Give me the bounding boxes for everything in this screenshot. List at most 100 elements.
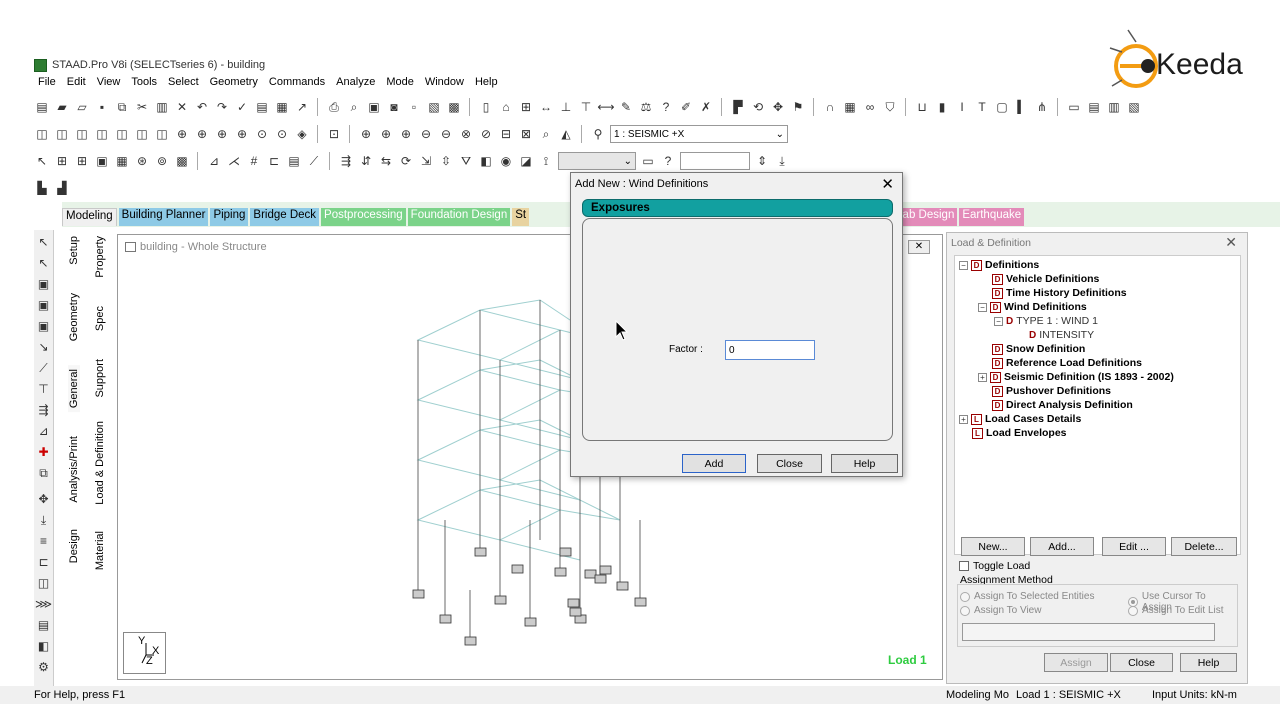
mesh-icon[interactable]: ⊚ <box>154 153 170 169</box>
rotate-model-icon[interactable]: ⇵ <box>358 153 374 169</box>
help-icon[interactable]: ? <box>658 99 674 115</box>
column-icon[interactable]: ▍ <box>1014 99 1030 115</box>
vtab-material[interactable]: Material <box>94 527 106 574</box>
delete-icon[interactable]: ✕ <box>174 99 190 115</box>
arrange-icon[interactable]: ▧ <box>1126 99 1142 115</box>
collapse-icon[interactable]: − <box>978 302 987 312</box>
tree-definitions[interactable]: − D Definitions <box>959 259 1039 271</box>
page-icon[interactable]: ▯ <box>478 99 494 115</box>
menu-tools[interactable]: Tools <box>131 76 157 92</box>
node-icon[interactable]: ⊤ <box>578 99 594 115</box>
vtab-general[interactable]: General <box>68 365 80 413</box>
picture-icon[interactable]: ▩ <box>446 99 462 115</box>
menu-analyze[interactable]: Analyze <box>336 76 375 92</box>
plates-cursor-icon[interactable]: ▣ <box>36 276 52 292</box>
view-bottom-icon[interactable]: ◫ <box>154 126 170 142</box>
zoom-window-icon[interactable]: ⊕ <box>378 126 394 142</box>
spin-updown-icon[interactable]: ⇕ <box>754 153 770 169</box>
span-icon[interactable]: ⟷ <box>597 99 614 115</box>
tab-modeling[interactable]: Modeling <box>62 208 117 226</box>
list-icon[interactable]: ▤ <box>254 99 270 115</box>
snap-node-icon[interactable]: ↖ <box>34 153 50 169</box>
tab-slab-design[interactable]: lab Design <box>897 208 958 226</box>
view-icon[interactable]: ▛ <box>730 99 746 115</box>
magnify-icon[interactable]: ⌕ <box>538 126 554 142</box>
beam-parallel-icon[interactable]: ⊤ <box>36 381 52 397</box>
tree-load-cases[interactable]: + L Load Cases Details <box>959 413 1081 425</box>
save-icon[interactable]: ▪ <box>94 99 110 115</box>
support-cursor-icon[interactable]: ⊿ <box>36 423 52 439</box>
isometric-icon[interactable]: ◈ <box>294 126 310 142</box>
close-button[interactable]: Close <box>757 454 822 473</box>
vtab-analysis-print[interactable]: Analysis/Print <box>68 432 80 507</box>
close-button[interactable]: Close <box>1110 653 1173 672</box>
export-icon[interactable]: ▫ <box>406 99 422 115</box>
support-icon[interactable]: ⛉ <box>882 99 898 115</box>
cut-section-icon[interactable]: ◪ <box>518 153 534 169</box>
move-icon[interactable]: ⇶ <box>338 153 354 169</box>
geometry-cursor-icon[interactable]: ↘ <box>36 339 52 355</box>
rotate-down-icon[interactable]: ⊕ <box>194 126 210 142</box>
zoom-prev-icon[interactable]: ⊗ <box>458 126 474 142</box>
menu-view[interactable]: View <box>97 76 121 92</box>
tree-time-history[interactable]: D Time History Definitions <box>992 287 1127 299</box>
tree-direct-analysis[interactable]: D Direct Analysis Definition <box>992 399 1133 411</box>
collapse-icon[interactable]: − <box>959 260 968 270</box>
copy-icon[interactable]: ⧉ <box>114 99 130 115</box>
annotate-icon[interactable]: ✗ <box>698 99 714 115</box>
generate-plate-icon[interactable]: ▤ <box>286 153 302 169</box>
pointer-icon[interactable]: ↗ <box>294 99 310 115</box>
insert-node-icon[interactable]: ⊿ <box>206 153 222 169</box>
vtab-support[interactable]: Support <box>94 355 106 402</box>
zoom-plus-icon[interactable]: ⊕ <box>398 126 414 142</box>
frame-icon[interactable]: ∩ <box>822 99 838 115</box>
menu-help[interactable]: Help <box>475 76 498 92</box>
tree-snow[interactable]: D Snow Definition <box>992 343 1085 355</box>
tree-vehicle[interactable]: D Vehicle Definitions <box>992 273 1099 285</box>
push-icon[interactable]: ⤓ <box>36 512 52 528</box>
add-beam-icon[interactable]: ⊞ <box>54 153 70 169</box>
vtab-geometry[interactable]: Geometry <box>68 289 80 345</box>
solid-cursor-icon[interactable]: ◧ <box>36 638 52 654</box>
delete-button[interactable]: Delete... <box>1171 537 1237 556</box>
tree-reference[interactable]: D Reference Load Definitions <box>992 357 1142 369</box>
rotate-left-icon[interactable]: ⊕ <box>214 126 230 142</box>
list-cursor-icon[interactable]: ≡ <box>36 533 52 549</box>
tree-seismic[interactable]: + D Seismic Definition (IS 1893 - 2002) <box>978 371 1174 383</box>
snapshot-icon[interactable]: ◉ <box>498 153 514 169</box>
vtab-design[interactable]: Design <box>68 525 80 567</box>
ruler-icon[interactable]: ✐ <box>678 99 694 115</box>
view-right-icon[interactable]: ◫ <box>114 126 130 142</box>
view-back-icon[interactable]: ◫ <box>74 126 90 142</box>
graph-icon[interactable]: ▦ <box>274 99 290 115</box>
plus-cursor-icon[interactable]: ✚ <box>36 444 52 460</box>
edit-button[interactable]: Edit ... <box>1102 537 1166 556</box>
report-icon[interactable]: ▧ <box>426 99 442 115</box>
split-beam-icon[interactable]: ⋌ <box>226 153 242 169</box>
connect-icon[interactable]: ⟋ <box>306 153 322 169</box>
view-front-icon[interactable]: ◫ <box>54 126 70 142</box>
filter-icon[interactable]: ⛛ <box>458 153 474 169</box>
slab-icon[interactable]: ⊔ <box>914 99 930 115</box>
load-case-combo[interactable]: 1 : SEISMIC +X ⌄ <box>610 125 788 143</box>
display-window-icon[interactable]: ⊟ <box>498 126 514 142</box>
scale-icon[interactable]: ⚖ <box>638 99 654 115</box>
t-beam-icon[interactable]: T <box>974 99 990 115</box>
menu-select[interactable]: Select <box>168 76 199 92</box>
load-cursor-icon[interactable]: ⇶ <box>36 402 52 418</box>
cascade-icon[interactable]: ▤ <box>1086 99 1102 115</box>
fill-icon[interactable]: ◭ <box>558 126 574 142</box>
move-node-icon[interactable]: ✥ <box>36 491 52 507</box>
new-view-icon[interactable]: ⊠ <box>518 126 534 142</box>
redo-icon[interactable]: ↷ <box>214 99 230 115</box>
add-button[interactable]: Add <box>682 454 746 473</box>
question-icon[interactable]: ? <box>660 153 676 169</box>
assign-view-radio[interactable]: Assign To View <box>960 605 1041 616</box>
print-setup-icon[interactable]: ▣ <box>366 99 382 115</box>
toggle-load-checkbox[interactable]: Toggle Load <box>959 560 1030 572</box>
tab-piping[interactable]: Piping <box>210 208 249 226</box>
view-left-icon[interactable]: ◫ <box>94 126 110 142</box>
history-icon[interactable]: ▙ <box>34 180 50 196</box>
grid-icon[interactable]: ▩ <box>174 153 190 169</box>
close-icon[interactable]: ✕ <box>881 175 894 193</box>
